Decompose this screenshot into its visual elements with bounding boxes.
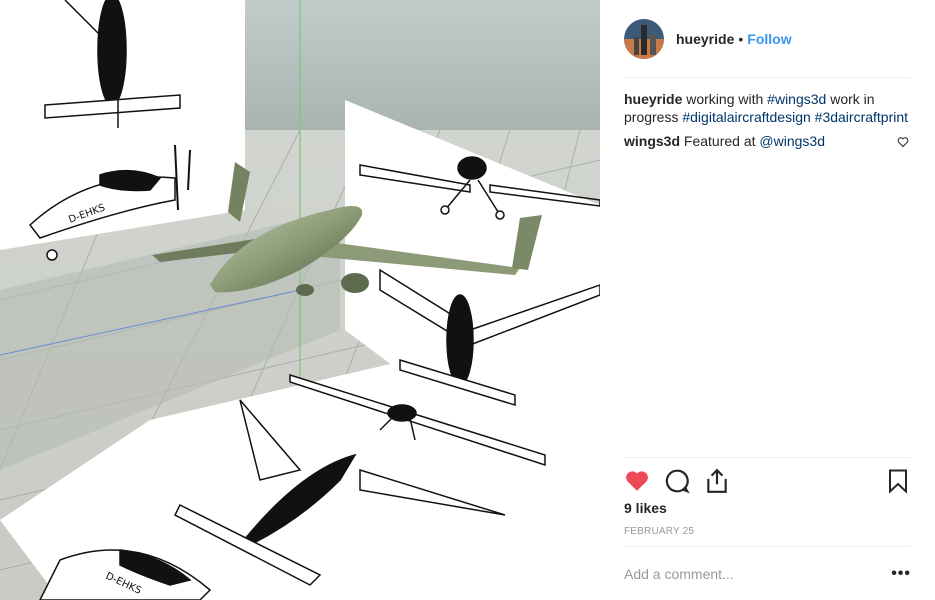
avatar[interactable] (624, 18, 664, 59)
comment-row: wings3d Featured at @wings3d (624, 132, 911, 150)
separator-dot: • (738, 30, 744, 47)
bookmark-icon[interactable] (885, 468, 911, 494)
post-header: hueyride • Follow (624, 0, 911, 78)
caption-text-1: working with (686, 91, 764, 107)
follow-button[interactable]: Follow (747, 31, 791, 47)
hashtag-wings3d[interactable]: #wings3d (767, 91, 826, 107)
comment-username[interactable]: wings3d (624, 133, 680, 149)
post-date[interactable]: FEBRUARY 25 (624, 526, 694, 537)
action-bar (624, 457, 911, 503)
caption: hueyride working with #wings3d work in p… (624, 90, 911, 126)
likes-count[interactable]: 9 likes (624, 500, 667, 516)
hashtag-digitalaircraftdesign[interactable]: #digitalaircraftdesign (682, 109, 810, 125)
post-sidebar: hueyride • Follow hueyride working with … (600, 0, 935, 600)
heart-filled-icon[interactable] (624, 468, 650, 494)
comment-text: Featured at (683, 133, 756, 149)
header-username[interactable]: hueyride (676, 31, 734, 47)
comment-mention[interactable]: @wings3d (759, 133, 825, 149)
caption-username[interactable]: hueyride (624, 91, 682, 107)
aircraft-blueprint-image: D-EHKS D-EHKS (0, 0, 600, 600)
more-options-button[interactable]: ••• (891, 565, 911, 583)
comment-input[interactable] (624, 565, 874, 582)
comments-section: hueyride working with #wings3d work in p… (624, 90, 911, 156)
hashtag-3daircraftprint[interactable]: #3daircraftprint (815, 109, 908, 125)
comment-bubble-icon[interactable] (664, 468, 690, 494)
share-icon[interactable] (704, 468, 730, 494)
comment-like-heart-icon[interactable] (897, 134, 911, 148)
add-comment-bar: ••• (624, 546, 911, 600)
post-photo[interactable]: D-EHKS D-EHKS (0, 0, 600, 600)
